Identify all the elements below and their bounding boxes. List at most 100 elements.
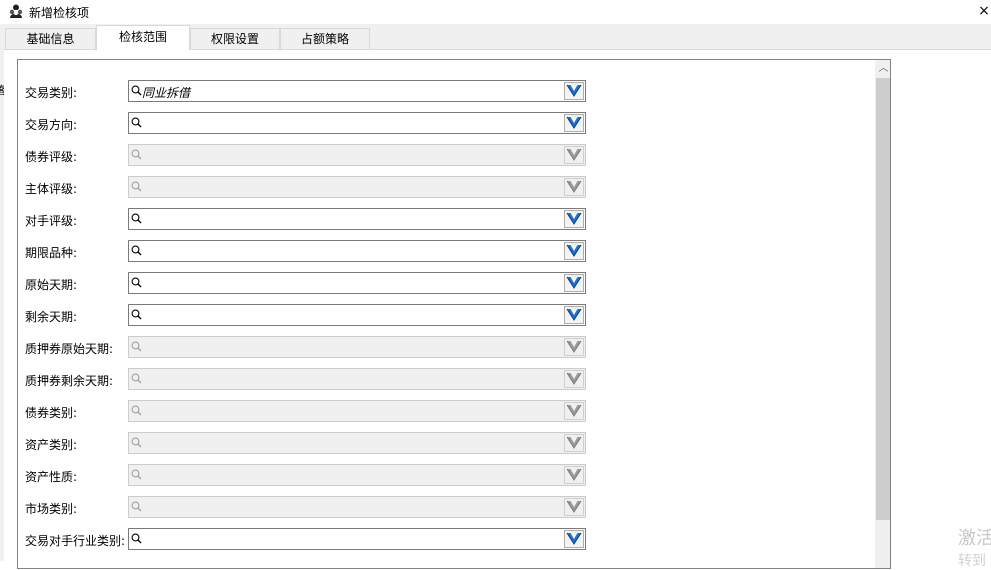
form-row: 交易对手行业类别: — [18, 528, 878, 550]
chevron-down-icon — [566, 84, 582, 97]
tab-check-scope[interactable]: 检核范围 — [96, 25, 190, 50]
form-row: 主体评级: — [18, 176, 878, 198]
dropdown-button — [564, 498, 584, 516]
chevron-down-icon — [566, 404, 582, 417]
dropdown-button — [564, 402, 584, 420]
chevron-down-icon — [566, 532, 582, 545]
activation-watermark: 激活 — [958, 528, 991, 549]
dropdown-button — [564, 466, 584, 484]
dropdown-button — [564, 370, 584, 388]
chevron-down-icon — [566, 212, 582, 225]
search-icon — [131, 117, 142, 128]
form-row: 债券评级: — [18, 144, 878, 166]
chevron-down-icon — [566, 308, 582, 321]
form-row: 市场类别: — [18, 496, 878, 518]
search-icon — [131, 373, 142, 384]
filter-combobox — [128, 496, 586, 518]
form-row: 质押券剩余天期: — [18, 368, 878, 390]
form-row: 质押券原始天期: — [18, 336, 878, 358]
search-icon — [131, 277, 142, 288]
field-label: 主体评级: — [25, 182, 78, 196]
user-group-icon — [9, 4, 23, 18]
filter-combobox — [128, 144, 586, 166]
filter-combobox[interactable] — [128, 304, 586, 326]
dropdown-button — [564, 338, 584, 356]
field-label: 交易类别: — [25, 86, 78, 100]
search-icon — [131, 309, 142, 320]
field-label: 资产性质: — [25, 470, 78, 484]
field-label: 债券评级: — [25, 150, 78, 164]
field-label: 资产类别: — [25, 438, 78, 452]
dropdown-button[interactable] — [564, 274, 584, 292]
activation-watermark-sub: 转到 — [958, 553, 986, 569]
dropdown-button[interactable] — [564, 242, 584, 260]
field-value: 同业拆借 — [142, 86, 191, 100]
dropdown-button — [564, 178, 584, 196]
chevron-down-icon — [566, 148, 582, 161]
filter-combobox[interactable] — [128, 272, 586, 294]
field-label: 质押券剩余天期: — [25, 374, 114, 388]
filter-combobox — [128, 400, 586, 422]
search-icon — [131, 85, 142, 96]
tab-quota-strategy[interactable]: 占额策略 — [280, 28, 370, 49]
search-icon — [131, 149, 142, 160]
form-row: 剩余天期: — [18, 304, 878, 326]
close-button[interactable]: × — [977, 2, 991, 20]
form-row: 债券类别: — [18, 400, 878, 422]
field-label: 期限品种: — [25, 246, 78, 260]
field-label: 剩余天期: — [25, 310, 78, 324]
dropdown-button[interactable] — [564, 210, 584, 228]
form-row: 期限品种: — [18, 240, 878, 262]
field-label: 交易对手行业类别: — [25, 534, 126, 548]
vertical-scrollbar[interactable]: ︿ — [875, 60, 890, 568]
chevron-down-icon — [566, 468, 582, 481]
search-icon — [131, 437, 142, 448]
scroll-thumb[interactable] — [876, 78, 890, 520]
field-label: 交易方向: — [25, 118, 78, 132]
filter-combobox — [128, 464, 586, 486]
chevron-down-icon — [566, 436, 582, 449]
search-icon — [131, 533, 142, 544]
tab-permission-settings[interactable]: 权限设置 — [190, 28, 280, 49]
dropdown-button — [564, 146, 584, 164]
filter-combobox — [128, 176, 586, 198]
form-row: 对手评级: — [18, 208, 878, 230]
tab-strip: 基础信息 检核范围 权限设置 占额策略 — [4, 24, 991, 50]
field-label: 质押券原始天期: — [25, 342, 114, 356]
chevron-down-icon — [566, 372, 582, 385]
filter-combobox[interactable] — [128, 208, 586, 230]
window-title: 新增检核项 — [29, 6, 90, 20]
scope-form-panel: 交易类别: 同业拆借交易方向: 债券评级: 主体评级: 对手评级: 期限品种: 原始天期: 剩… — [17, 59, 891, 569]
search-icon — [131, 341, 142, 352]
filter-combobox[interactable] — [128, 112, 586, 134]
search-icon — [131, 213, 142, 224]
field-label: 对手评级: — [25, 214, 78, 228]
form-row: 交易类别: 同业拆借 — [18, 80, 878, 102]
filter-combobox[interactable] — [128, 528, 586, 550]
tab-basic-info[interactable]: 基础信息 — [5, 28, 96, 49]
chevron-down-icon — [566, 276, 582, 289]
search-icon — [131, 501, 142, 512]
filter-combobox — [128, 368, 586, 390]
filter-combobox — [128, 432, 586, 454]
search-icon — [131, 245, 142, 256]
search-icon — [131, 181, 142, 192]
dropdown-button[interactable] — [564, 114, 584, 132]
chevron-down-icon — [566, 244, 582, 257]
field-label: 债券类别: — [25, 406, 78, 420]
dropdown-button[interactable] — [564, 530, 584, 548]
chevron-down-icon — [566, 116, 582, 129]
scroll-up-button[interactable]: ︿ — [875, 60, 890, 77]
search-icon — [131, 469, 142, 480]
dropdown-button — [564, 434, 584, 452]
dropdown-button[interactable] — [564, 82, 584, 100]
form-row: 资产类别: — [18, 432, 878, 454]
filter-combobox[interactable] — [128, 240, 586, 262]
filter-combobox — [128, 336, 586, 358]
dropdown-button[interactable] — [564, 306, 584, 324]
filter-combobox[interactable]: 同业拆借 — [128, 80, 586, 102]
form-row: 原始天期: — [18, 272, 878, 294]
search-icon — [131, 405, 142, 416]
form-row: 资产性质: — [18, 464, 878, 486]
chevron-down-icon — [566, 180, 582, 193]
